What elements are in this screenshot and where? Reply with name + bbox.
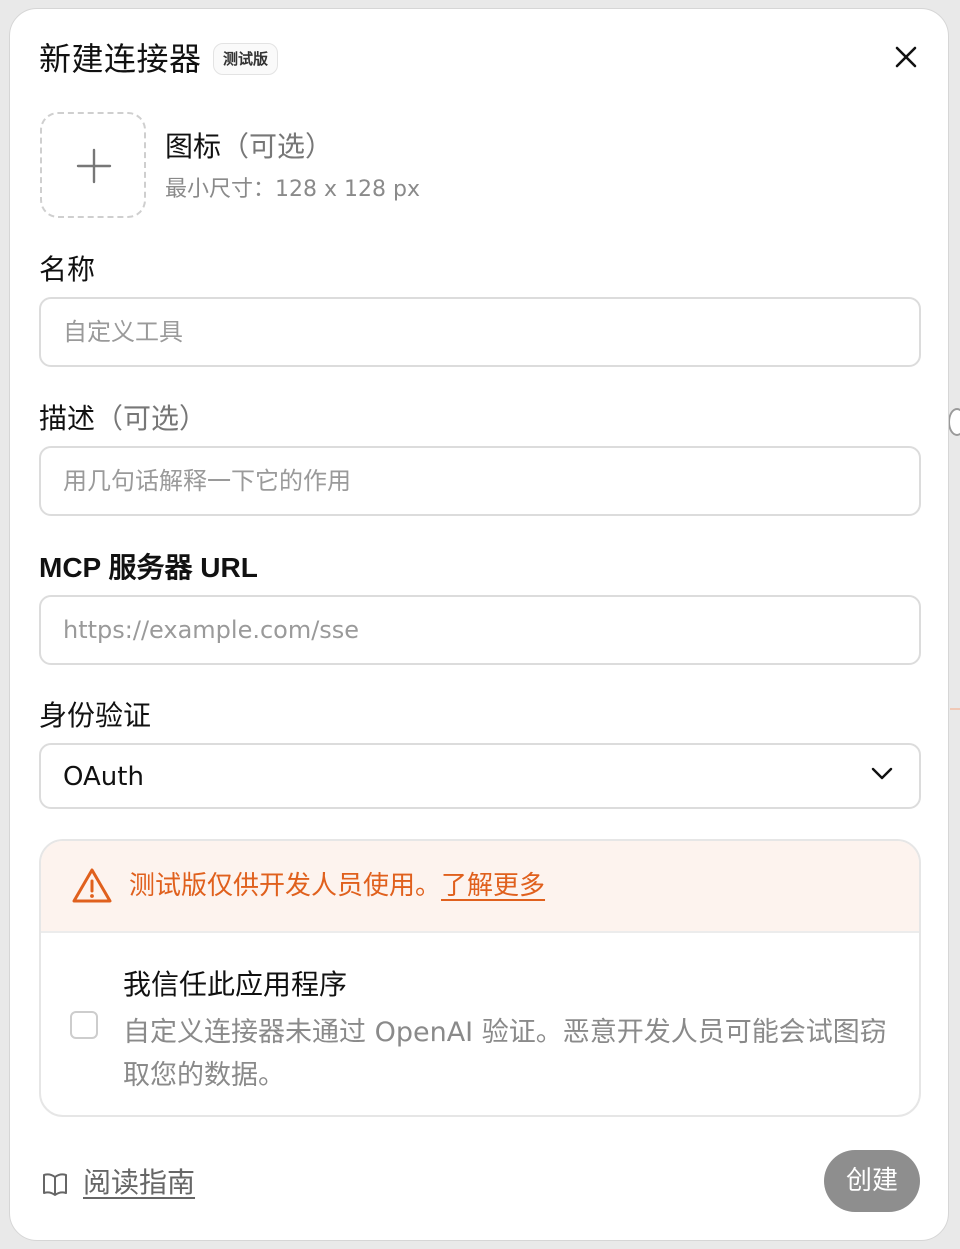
warning-message: 测试版仅供开发人员使用。了解更多 [129, 869, 545, 903]
plus-icon [76, 148, 112, 184]
icon-optional-text: （可选） [221, 130, 334, 163]
description-label-text: 描述 [39, 402, 96, 435]
close-button[interactable] [890, 41, 922, 73]
mcp-url-input[interactable] [39, 595, 921, 665]
close-icon [895, 46, 917, 68]
beta-warning-card: 测试版仅供开发人员使用。了解更多 我信任此应用程序 自定义连接器未通过 Open… [39, 839, 921, 1117]
icon-upload-button[interactable] [40, 112, 146, 218]
trust-title: 我信任此应用程序 [123, 968, 348, 1001]
warning-text: 测试版仅供开发人员使用。 [129, 871, 442, 901]
auth-label: 身份验证 [39, 699, 152, 732]
beta-badge: 测试版 [213, 43, 279, 75]
auth-select[interactable]: OAuth [39, 743, 921, 809]
learn-more-link[interactable]: 了解更多 [441, 871, 545, 901]
description-label: 描述（可选） [39, 401, 207, 437]
description-input[interactable] [39, 446, 921, 516]
chevron-down-icon [871, 767, 893, 780]
icon-size-hint: 最小尺寸：128 x 128 px [165, 177, 420, 202]
trust-description: 自定义连接器未通过 OpenAI 验证。恶意开发人员可能会试图窃取您的数据。 [123, 1017, 887, 1091]
auth-selected-value: OAuth [63, 762, 144, 792]
dialog-title: 新建连接器 [39, 40, 202, 78]
trust-checkbox[interactable] [70, 1011, 98, 1039]
book-open-icon [43, 1173, 67, 1196]
icon-label-text: 图标 [165, 130, 222, 163]
create-button[interactable]: 创建 [824, 1150, 920, 1212]
description-optional-text: （可选） [95, 402, 208, 435]
icon-field-label: 图标（可选） [165, 129, 333, 165]
name-label: 名称 [39, 253, 96, 286]
background-element [950, 708, 960, 710]
background-element [948, 408, 960, 436]
warning-banner: 测试版仅供开发人员使用。了解更多 [41, 841, 919, 933]
read-guide-text: 阅读指南 [83, 1166, 196, 1199]
name-input[interactable] [39, 297, 921, 367]
warning-triangle-icon [72, 868, 112, 903]
mcp-url-label: MCP 服务器 URL [39, 552, 258, 583]
new-connector-dialog: 新建连接器 测试版 图标（可选） 最小尺寸：128 x 128 px 名称 描述… [9, 8, 949, 1241]
